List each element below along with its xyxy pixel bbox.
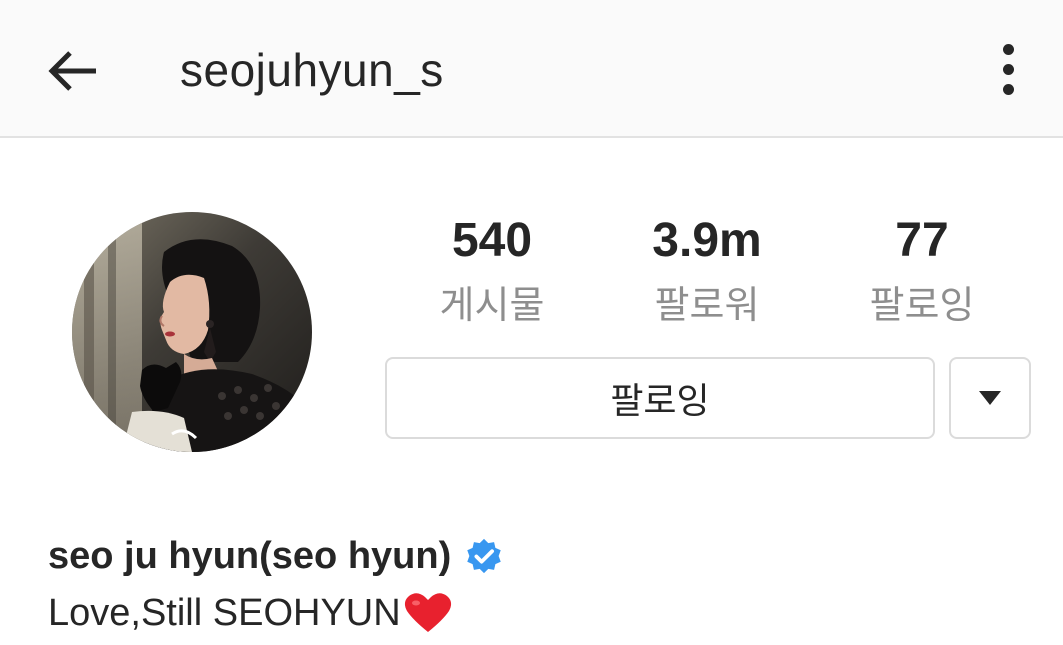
posts-label: 게시물 (439, 283, 545, 327)
more-vertical-icon-dot (1002, 63, 1014, 75)
back-button[interactable] (36, 34, 110, 108)
followers-label: 팔로워 (654, 283, 760, 327)
posts-stat[interactable]: 540 게시물 (392, 212, 592, 330)
red-heart-icon (403, 592, 453, 634)
more-vertical-icon (1002, 43, 1014, 55)
verified-badge-icon (467, 538, 501, 574)
suggested-accounts-dropdown-button[interactable] (949, 357, 1031, 439)
bio-text: Love,Still SEOHYUN (48, 592, 401, 634)
posts-count: 540 (451, 214, 533, 267)
followers-stat[interactable]: 3.9m 팔로워 (607, 212, 807, 330)
followers-count: 3.9m (652, 214, 762, 267)
top-app-bar: seojuhyun_s (0, 0, 1063, 138)
more-vertical-icon-dot (1002, 83, 1014, 95)
following-button-label: 팔로잉 (610, 381, 710, 422)
triangle-down-icon (979, 391, 1001, 405)
profile-username-title: seojuhyun_s (180, 44, 444, 96)
profile-bio: Love,Still SEOHYUN (48, 588, 453, 638)
arrow-left-icon (48, 51, 96, 91)
more-options-button[interactable] (982, 34, 1034, 104)
following-label: 팔로잉 (869, 283, 975, 327)
following-button[interactable]: 팔로잉 (385, 357, 935, 439)
profile-full-name: seo ju hyun(seo hyun) (48, 534, 452, 577)
profile-avatar[interactable] (72, 212, 312, 452)
following-stat[interactable]: 77 팔로잉 (822, 212, 1022, 330)
profile-photo (72, 212, 312, 452)
profile-name-row: seo ju hyun(seo hyun) (48, 528, 503, 584)
following-count: 77 (895, 214, 949, 267)
